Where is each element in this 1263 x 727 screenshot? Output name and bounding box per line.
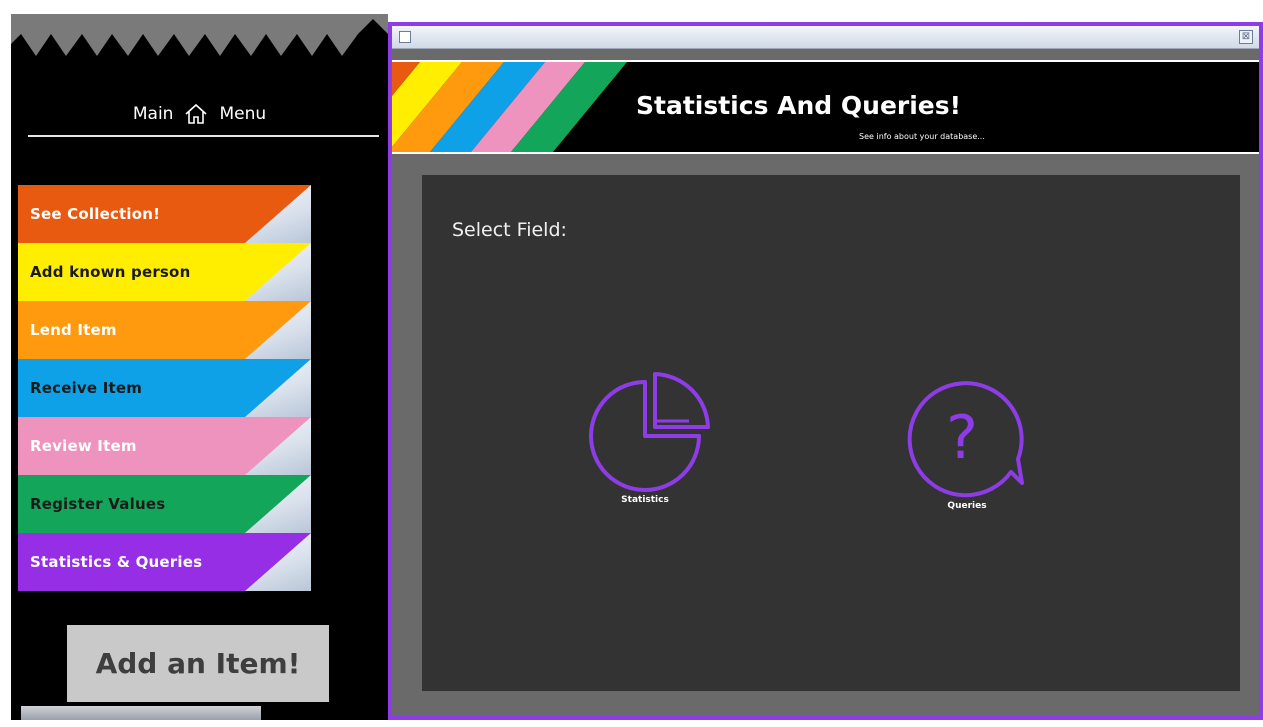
menu-item-label: Review Item <box>30 437 137 455</box>
menu-item-label: Lend Item <box>30 321 117 339</box>
queries-label: Queries <box>947 501 987 511</box>
select-field-heading: Select Field: <box>452 219 567 241</box>
bottom-edge <box>0 720 1263 727</box>
menu-item-label: Add known person <box>30 263 191 281</box>
add-item-button[interactable]: Add an Item! <box>67 625 329 702</box>
page-subtitle: See info about your database... <box>859 132 985 141</box>
close-icon[interactable]: ⊠ <box>1239 30 1253 44</box>
menu-item-lend-item[interactable]: Lend Item <box>18 301 311 359</box>
frame-titlebar[interactable]: ⊠ <box>392 26 1259 49</box>
question-bubble-icon: ? <box>907 381 1024 498</box>
menu-item-register-values[interactable]: Register Values <box>18 475 311 533</box>
menu-item-review-item[interactable]: Review Item <box>18 417 311 475</box>
menu-item-receive-item[interactable]: Receive Item <box>18 359 311 417</box>
menu-item-add-known-person[interactable]: Add known person <box>18 243 311 301</box>
statistics-option[interactable]: Statistics <box>579 361 711 505</box>
main-menu-title: Main Menu <box>11 94 388 134</box>
frame-window-icon <box>399 31 411 43</box>
page-title: Statistics And Queries! <box>636 91 962 120</box>
page-fold-decoration <box>245 359 311 417</box>
page-fold-decoration <box>245 417 311 475</box>
menu-item-label: Register Values <box>30 495 166 513</box>
rainbow-stripes-decoration <box>392 62 627 152</box>
statistics-queries-frame: ⊠ Statistics And Queries! See info about… <box>388 22 1263 720</box>
menu-divider <box>28 135 379 137</box>
menu-item-see-collection[interactable]: See Collection! <box>18 185 311 243</box>
page-fold-decoration <box>245 475 311 533</box>
header-banner: Statistics And Queries! See info about y… <box>392 60 1259 154</box>
menu-list: See Collection! Add known person Lend It… <box>18 185 311 591</box>
page-fold-decoration <box>245 533 311 591</box>
svg-text:?: ? <box>946 403 978 473</box>
select-field-panel: Select Field: Statistics ? Queries <box>422 175 1240 691</box>
page-fold-decoration <box>245 301 311 359</box>
main-menu-title-left: Main <box>132 104 174 124</box>
statistics-label: Statistics <box>621 495 669 505</box>
sidebar-bottom-strip <box>21 706 261 720</box>
menu-item-label: See Collection! <box>30 205 161 223</box>
page-fold-decoration <box>245 185 311 243</box>
pie-chart-icon <box>589 372 710 492</box>
menu-item-label: Receive Item <box>30 379 143 397</box>
home-icon[interactable] <box>183 101 209 127</box>
sidebar: Main Menu See Collection! Add known pers… <box>11 14 388 720</box>
zigzag-border <box>11 14 388 56</box>
menu-item-statistics-queries[interactable]: Statistics & Queries <box>18 533 311 591</box>
menu-item-label: Statistics & Queries <box>30 553 203 571</box>
main-menu-title-right: Menu <box>219 104 267 124</box>
page-fold-decoration <box>245 243 311 301</box>
queries-option[interactable]: ? Queries <box>901 367 1033 511</box>
